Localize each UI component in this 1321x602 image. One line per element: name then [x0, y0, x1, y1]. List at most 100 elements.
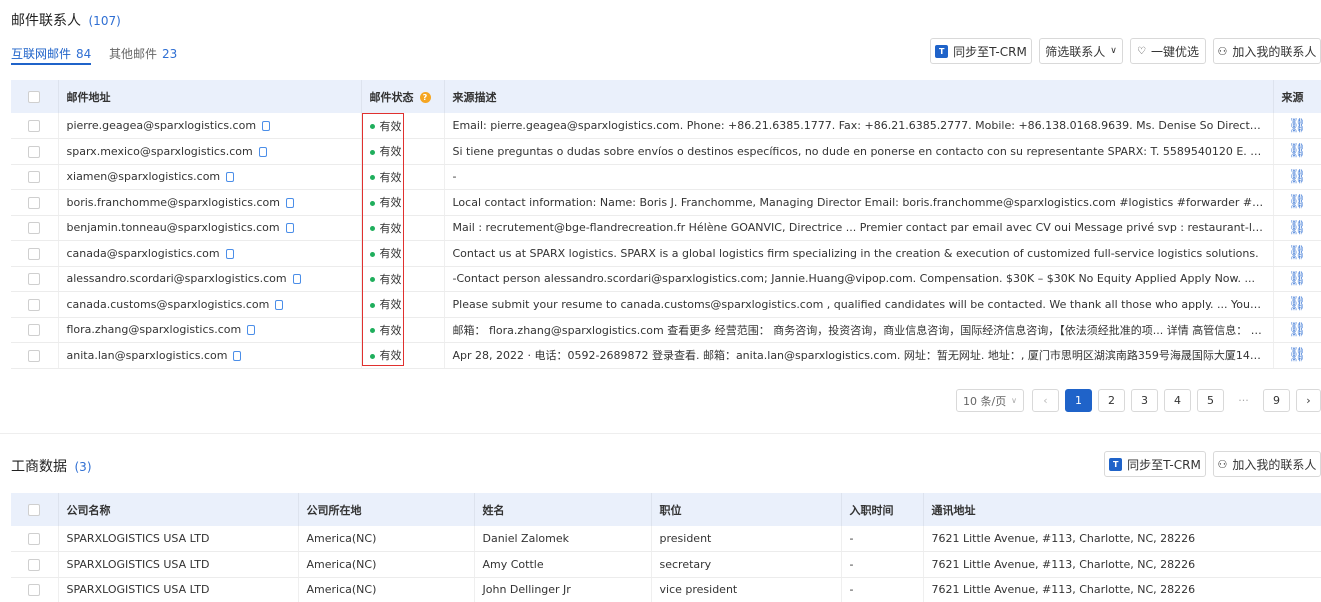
row-checkbox[interactable] — [28, 273, 41, 286]
select-all-checkbox[interactable] — [28, 504, 41, 516]
link-icon[interactable]: ⛓ — [1288, 169, 1306, 185]
location-cell: America(NC) — [298, 526, 475, 552]
row-checkbox-cell[interactable] — [11, 526, 59, 552]
business-data-table: 公司名称 公司所在地 姓名 职位 入职时间 通讯地址 SPARXLOGISTIC… — [11, 493, 1321, 602]
tab-label: 互联网邮件 — [11, 47, 72, 61]
row-checkbox-cell[interactable] — [11, 240, 59, 267]
page-size-select[interactable]: 10 条/页 ∨ — [956, 389, 1024, 412]
source-cell: ⛓ — [1273, 240, 1321, 267]
row-checkbox-cell[interactable] — [11, 317, 59, 343]
name-cell: Daniel Zalomek — [474, 526, 652, 552]
page-9-button[interactable]: 9 — [1263, 389, 1290, 412]
row-checkbox-cell[interactable] — [11, 342, 59, 369]
source-cell: ⛓ — [1273, 215, 1321, 241]
copy-icon[interactable] — [285, 223, 294, 234]
column-company: 公司名称 — [58, 493, 299, 526]
page-4-button[interactable]: 4 — [1164, 389, 1191, 412]
row-checkbox[interactable] — [28, 196, 41, 209]
email-address: anita.lan@sparxlogistics.com — [66, 348, 228, 362]
row-checkbox-cell[interactable] — [11, 189, 59, 216]
row-checkbox[interactable] — [28, 324, 41, 337]
row-checkbox-cell[interactable] — [11, 266, 59, 292]
address-cell: 7621 Little Avenue, #113, Charlotte, NC,… — [923, 577, 1321, 602]
copy-icon[interactable] — [233, 350, 242, 361]
page-3-button[interactable]: 3 — [1131, 389, 1158, 412]
add-contacts-button[interactable]: ⚇ 加入我的联系人 — [1213, 38, 1321, 64]
email-cell: boris.franchomme@sparxlogistics.com — [58, 189, 362, 216]
row-checkbox[interactable] — [28, 298, 41, 311]
source-cell: ⛓ — [1273, 113, 1321, 139]
email-section-header: 邮件联系人 (107) — [11, 10, 121, 30]
prev-page-button[interactable]: ‹ — [1032, 389, 1059, 412]
row-checkbox[interactable] — [28, 584, 41, 597]
row-checkbox[interactable] — [28, 222, 41, 235]
next-page-button[interactable]: › — [1296, 389, 1321, 412]
row-checkbox-cell[interactable] — [11, 113, 59, 139]
link-icon[interactable]: ⛓ — [1288, 245, 1306, 261]
copy-icon[interactable] — [225, 248, 234, 259]
email-cell: anita.lan@sparxlogistics.com — [58, 342, 362, 369]
row-checkbox-cell[interactable] — [11, 164, 59, 190]
link-icon[interactable]: ⛓ — [1288, 322, 1306, 338]
filter-contacts-dropdown[interactable]: 筛选联系人 ∨ — [1039, 38, 1123, 64]
address-cell: 7621 Little Avenue, #113, Charlotte, NC,… — [923, 551, 1321, 578]
select-all-checkbox-cell[interactable] — [11, 80, 59, 113]
row-checkbox[interactable] — [28, 247, 41, 260]
copy-icon[interactable] — [226, 172, 235, 183]
copy-icon[interactable] — [285, 197, 294, 208]
link-icon[interactable]: ⛓ — [1288, 296, 1306, 312]
copy-icon[interactable] — [275, 299, 284, 310]
column-desc: 来源描述 — [444, 80, 1274, 113]
link-icon[interactable]: ⛓ — [1288, 220, 1306, 236]
column-source: 来源 — [1273, 80, 1321, 113]
row-checkbox-cell[interactable] — [11, 577, 59, 602]
page-ellipsis[interactable]: ··· — [1230, 389, 1257, 412]
page-2-button[interactable]: 2 — [1098, 389, 1125, 412]
row-checkbox[interactable] — [28, 533, 41, 545]
row-checkbox[interactable] — [28, 120, 41, 132]
page-1-button[interactable]: 1 — [1065, 389, 1092, 412]
desc-cell: - — [444, 164, 1274, 190]
link-icon[interactable]: ⛓ — [1288, 194, 1306, 210]
biz-add-contacts-button[interactable]: ⚇ 加入我的联系人 — [1213, 451, 1321, 477]
email-cell: pierre.geagea@sparxlogistics.com — [58, 113, 362, 139]
location-cell: America(NC) — [298, 551, 475, 578]
link-icon[interactable]: ⛓ — [1288, 143, 1306, 159]
row-checkbox-cell[interactable] — [11, 215, 59, 241]
copy-icon[interactable] — [258, 146, 267, 157]
table-row: anita.lan@sparxlogistics.com 有效 Apr 28, 20… — [11, 342, 1321, 369]
link-icon[interactable]: ⛓ — [1288, 118, 1306, 134]
tab-count: 84 — [76, 47, 92, 61]
table-row: SPARXLOGISTICS USA LTD America(NC) Daniel … — [11, 526, 1321, 552]
best-select-button[interactable]: ♡ 一键优选 — [1130, 38, 1206, 64]
copy-icon[interactable] — [262, 121, 271, 131]
email-address: alessandro.scordari@sparxlogistics.com — [66, 272, 287, 286]
row-checkbox[interactable] — [28, 171, 41, 184]
name-cell: Amy Cottle — [474, 551, 652, 578]
help-icon[interactable]: ? — [419, 92, 431, 103]
row-checkbox-cell[interactable] — [11, 551, 59, 578]
row-checkbox-cell[interactable] — [11, 138, 59, 165]
table-row: alessandro.scordari@sparxlogistics.com 有效… — [11, 266, 1321, 292]
link-icon[interactable]: ⛓ — [1288, 347, 1306, 363]
biz-sync-crm-button[interactable]: T 同步至T-CRM — [1104, 451, 1206, 477]
row-checkbox[interactable] — [28, 349, 41, 362]
column-join-date: 入职时间 — [841, 493, 924, 526]
table-row: sparx.mexico@sparxlogistics.com 有效 Si tien… — [11, 138, 1321, 165]
email-section-count: (107) — [88, 14, 121, 28]
row-checkbox[interactable] — [28, 145, 41, 158]
tab-other-email[interactable]: 其他邮件 23 — [109, 45, 177, 65]
sync-crm-button[interactable]: T 同步至T-CRM — [930, 38, 1032, 64]
tab-internet-email[interactable]: 互联网邮件 84 — [11, 45, 92, 65]
row-checkbox[interactable] — [28, 558, 41, 571]
copy-icon[interactable] — [292, 274, 301, 285]
link-icon[interactable]: ⛓ — [1288, 271, 1306, 287]
table-row: boris.franchomme@sparxlogistics.com 有效 Loc… — [11, 189, 1321, 216]
select-all-checkbox[interactable] — [28, 91, 41, 103]
copy-icon[interactable] — [247, 325, 256, 336]
company-cell: SPARXLOGISTICS USA LTD — [58, 551, 299, 578]
page-5-button[interactable]: 5 — [1197, 389, 1224, 412]
position-cell: president — [651, 526, 842, 552]
row-checkbox-cell[interactable] — [11, 291, 59, 318]
select-all-checkbox-cell[interactable] — [11, 493, 59, 526]
